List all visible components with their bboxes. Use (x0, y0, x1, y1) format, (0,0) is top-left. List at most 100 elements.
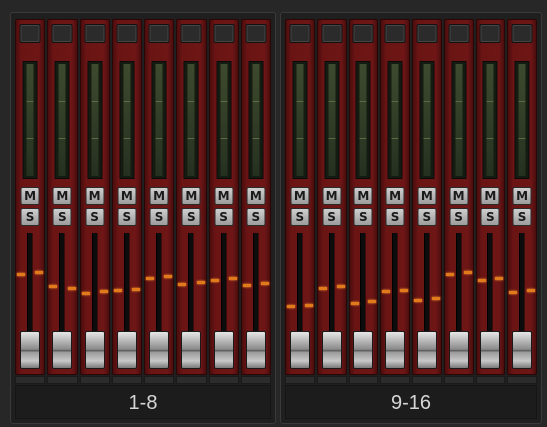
fader[interactable] (318, 229, 346, 372)
mute-button[interactable]: M (449, 187, 469, 205)
fader[interactable] (477, 229, 505, 372)
record-arm-button[interactable] (416, 24, 438, 43)
level-meter (151, 61, 167, 179)
fader-knob[interactable] (480, 331, 501, 369)
solo-label: S (122, 210, 132, 224)
solo-button[interactable]: S (322, 208, 342, 226)
meter-tick (58, 100, 66, 102)
fader[interactable] (16, 229, 44, 372)
record-arm-button[interactable] (180, 24, 202, 43)
solo-button[interactable]: S (117, 208, 137, 226)
level-marker-right (304, 304, 313, 307)
record-arm-button[interactable] (213, 24, 235, 43)
level-marker-right (527, 289, 535, 292)
fader[interactable] (350, 229, 378, 372)
mute-button[interactable]: M (246, 187, 266, 205)
meter-tick (359, 137, 367, 139)
fader-knob[interactable] (245, 331, 266, 369)
fader[interactable] (113, 229, 141, 372)
fader[interactable] (81, 229, 109, 372)
solo-button[interactable]: S (85, 208, 105, 226)
record-arm-button[interactable] (479, 24, 501, 43)
fader-knob[interactable] (289, 331, 310, 369)
record-arm-button[interactable] (245, 24, 267, 43)
solo-button[interactable]: S (20, 208, 40, 226)
solo-button[interactable]: S (480, 208, 500, 226)
solo-button[interactable]: S (52, 208, 72, 226)
level-marker-left (113, 289, 122, 292)
solo-button[interactable]: S (417, 208, 437, 226)
mute-button[interactable]: M (117, 187, 137, 205)
record-arm-button[interactable] (84, 24, 106, 43)
solo-button[interactable]: S (214, 208, 234, 226)
solo-button[interactable]: S (449, 208, 469, 226)
record-arm-button[interactable] (384, 24, 406, 43)
mute-button[interactable]: M (181, 187, 201, 205)
fader-knob[interactable] (385, 331, 406, 369)
bank-label[interactable]: 1-8 (15, 385, 271, 419)
fader[interactable] (145, 229, 173, 372)
level-marker-right (196, 281, 205, 284)
record-arm-button[interactable] (448, 24, 470, 43)
bank-label[interactable]: 9-16 (285, 385, 537, 419)
meter-tick (328, 100, 336, 102)
mute-button[interactable]: M (353, 187, 373, 205)
record-arm-button[interactable] (511, 24, 533, 43)
mute-button[interactable]: M (290, 187, 310, 205)
fader[interactable] (242, 229, 270, 372)
record-arm-button[interactable] (51, 24, 73, 43)
fader[interactable] (210, 229, 238, 372)
fader[interactable] (508, 229, 536, 372)
record-arm-button[interactable] (116, 24, 138, 43)
fader-knob[interactable] (512, 331, 533, 369)
fader-knob[interactable] (52, 331, 73, 369)
fader-knob[interactable] (448, 331, 469, 369)
fader-knob[interactable] (181, 331, 202, 369)
fader-knob[interactable] (20, 331, 41, 369)
meter-tick (455, 100, 463, 102)
fader-knob[interactable] (149, 331, 170, 369)
solo-button[interactable]: S (353, 208, 373, 226)
mute-button[interactable]: M (52, 187, 72, 205)
fader[interactable] (48, 229, 76, 372)
record-arm-button[interactable] (352, 24, 374, 43)
solo-button[interactable]: S (246, 208, 266, 226)
channel-bank-1-8: MSMSMSMSMSMSMSMS 1-8 (10, 12, 276, 424)
record-arm-button[interactable] (289, 24, 311, 43)
solo-button[interactable]: S (385, 208, 405, 226)
record-arm-button[interactable] (19, 24, 41, 43)
mute-button[interactable]: M (385, 187, 405, 205)
mute-button[interactable]: M (512, 187, 532, 205)
fader-knob[interactable] (116, 331, 137, 369)
meter-tick (58, 137, 66, 139)
meter-tick (486, 100, 494, 102)
strip-footer-cell (443, 376, 474, 384)
mute-button[interactable]: M (322, 187, 342, 205)
fader-knob[interactable] (416, 331, 437, 369)
bank-footer (15, 376, 271, 384)
record-arm-button[interactable] (321, 24, 343, 43)
mute-button[interactable]: M (417, 187, 437, 205)
mute-button[interactable]: M (85, 187, 105, 205)
solo-button[interactable]: S (181, 208, 201, 226)
fader[interactable] (413, 229, 441, 372)
fader[interactable] (177, 229, 205, 372)
fader-knob[interactable] (213, 331, 234, 369)
level-meter (54, 61, 70, 179)
mute-button[interactable]: M (20, 187, 40, 205)
solo-button[interactable]: S (290, 208, 310, 226)
fader[interactable] (381, 229, 409, 372)
solo-button[interactable]: S (512, 208, 532, 226)
mute-button[interactable]: M (214, 187, 234, 205)
fader-knob[interactable] (353, 331, 374, 369)
meter-fill (518, 64, 526, 176)
fader-knob[interactable] (84, 331, 105, 369)
fader[interactable] (445, 229, 473, 372)
mute-button[interactable]: M (149, 187, 169, 205)
fader-knob[interactable] (321, 331, 342, 369)
fader[interactable] (286, 229, 314, 372)
mute-button[interactable]: M (480, 187, 500, 205)
record-arm-button[interactable] (148, 24, 170, 43)
channel-strip: MS (79, 19, 110, 375)
solo-button[interactable]: S (149, 208, 169, 226)
